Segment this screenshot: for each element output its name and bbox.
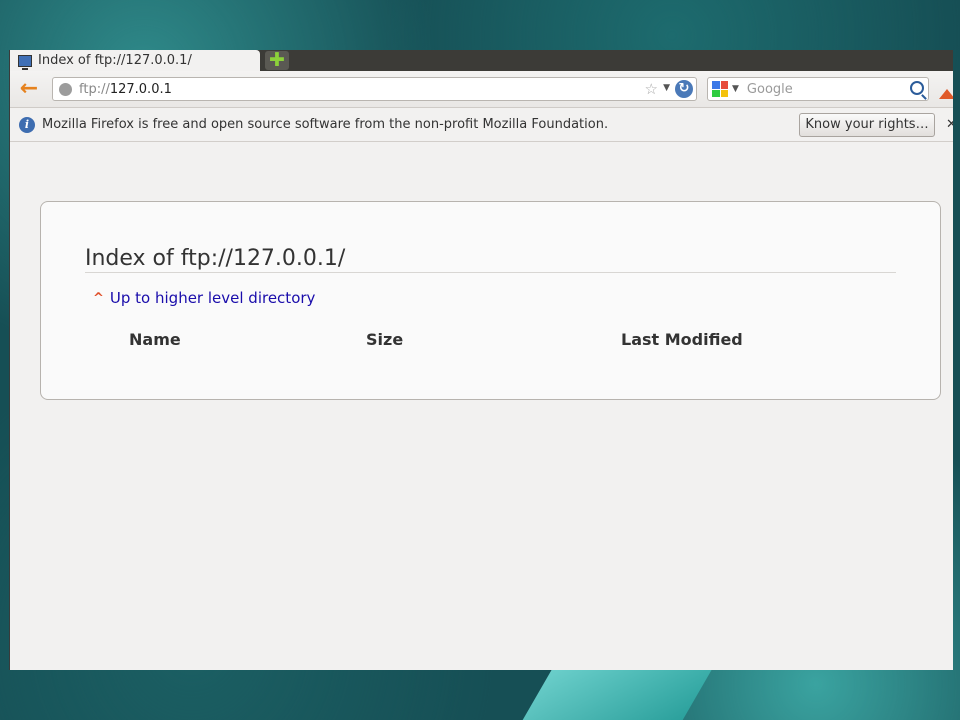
tab-ftp-index[interactable]: Index of ftp://127.0.0.1/: [10, 50, 260, 71]
know-your-rights-button[interactable]: Know your rights…: [799, 113, 935, 137]
new-tab-button[interactable]: ✚: [265, 51, 289, 70]
engine-dropdown-icon[interactable]: ▼: [732, 84, 739, 94]
search-bar: ▼: [707, 77, 929, 101]
column-header-size[interactable]: Size: [366, 330, 403, 349]
monitor-favicon-icon: [18, 54, 32, 70]
navigation-bar: ← ftp://127.0.0.1 ☆ ▼ ↻ ▼: [10, 71, 953, 108]
chevron-up-icon: ^: [93, 290, 104, 306]
reload-icon[interactable]: ↻: [675, 80, 693, 98]
notification-text: Mozilla Firefox is free and open source …: [42, 117, 609, 132]
info-icon: i: [19, 116, 35, 133]
url-host: 127.0.0.1: [109, 81, 172, 97]
url-dropdown-icon[interactable]: ▼: [663, 83, 670, 93]
tab-title: Index of ftp://127.0.0.1/: [38, 53, 192, 68]
star-icon[interactable]: ☆: [645, 80, 658, 98]
home-icon[interactable]: [939, 79, 953, 99]
close-icon[interactable]: ✕: [946, 117, 953, 132]
column-header-name[interactable]: Name: [129, 330, 181, 349]
back-arrow-icon[interactable]: ←: [16, 78, 42, 100]
globe-icon: [59, 82, 72, 96]
search-input[interactable]: [746, 81, 907, 97]
page-content: Index of ftp://127.0.0.1/ ^ Up to higher…: [10, 142, 953, 669]
up-link-label: Up to higher level directory: [109, 289, 316, 307]
google-engine-icon[interactable]: [712, 81, 728, 97]
up-directory-link[interactable]: ^ Up to higher level directory: [93, 289, 315, 307]
url-protocol: ftp://: [79, 81, 110, 97]
url-bar[interactable]: ftp://127.0.0.1 ☆ ▼ ↻: [52, 77, 697, 101]
column-header-last-modified[interactable]: Last Modified: [621, 330, 743, 349]
browser-window: Index of ftp://127.0.0.1/ ✚ ← ftp://127.…: [9, 50, 953, 670]
magnifier-icon[interactable]: [910, 81, 924, 95]
tab-strip: Index of ftp://127.0.0.1/ ✚: [10, 50, 953, 71]
directory-listing: Index of ftp://127.0.0.1/ ^ Up to higher…: [40, 201, 941, 400]
page-title: Index of ftp://127.0.0.1/: [85, 246, 896, 273]
notification-bar: i Mozilla Firefox is free and open sourc…: [10, 108, 953, 142]
